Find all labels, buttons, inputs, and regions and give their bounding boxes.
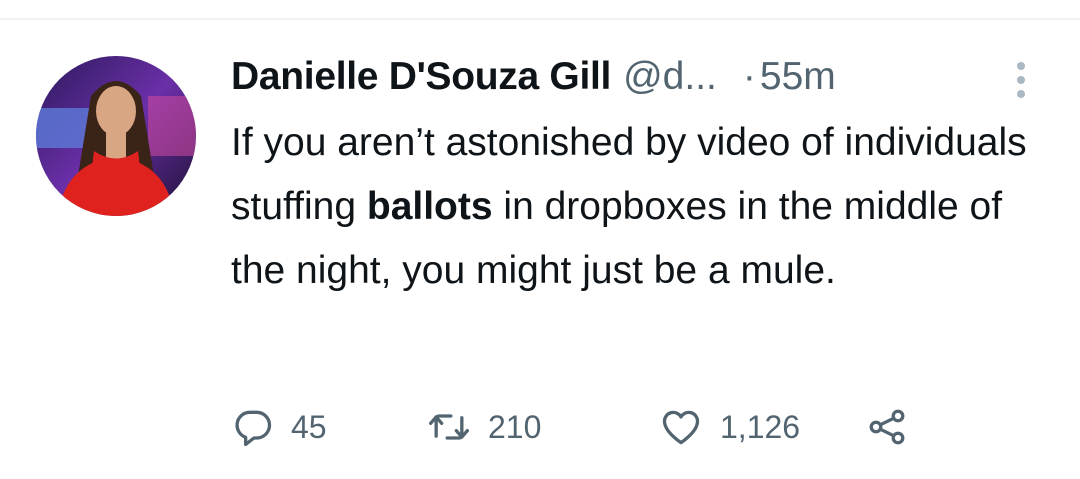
retweet-button[interactable]: 210 <box>426 405 541 449</box>
reply-icon <box>235 410 272 447</box>
like-button[interactable]: 1,126 <box>658 405 800 449</box>
avatar-image <box>36 56 196 216</box>
like-count: 1,126 <box>720 408 801 445</box>
avatar[interactable] <box>36 56 196 216</box>
reply-button[interactable]: 45 <box>231 405 327 449</box>
tweet-header: Danielle D'Souza Gill @d... · 55m <box>231 54 836 100</box>
share-button[interactable] <box>863 405 911 449</box>
retweet-count: 210 <box>488 408 542 445</box>
user-handle[interactable]: @d... <box>623 55 717 99</box>
reply-count: 45 <box>291 408 327 445</box>
share-icon <box>869 409 905 445</box>
more-vertical-icon[interactable] <box>1010 58 1032 102</box>
timestamp[interactable]: 55m <box>760 55 836 99</box>
separator-dot: · <box>742 55 756 98</box>
retweet-icon <box>429 414 469 440</box>
display-name[interactable]: Danielle D'Souza Gill <box>231 55 611 99</box>
tweet[interactable]: Danielle D'Souza Gill @d... · 55m If you… <box>0 20 1080 479</box>
tweet-text: If you aren’t astonished by video of ind… <box>231 111 1051 303</box>
tweet-text-bold: ballots <box>366 185 493 228</box>
tweet-actions: 45 210 1,126 <box>231 405 931 449</box>
heart-icon <box>662 410 700 445</box>
